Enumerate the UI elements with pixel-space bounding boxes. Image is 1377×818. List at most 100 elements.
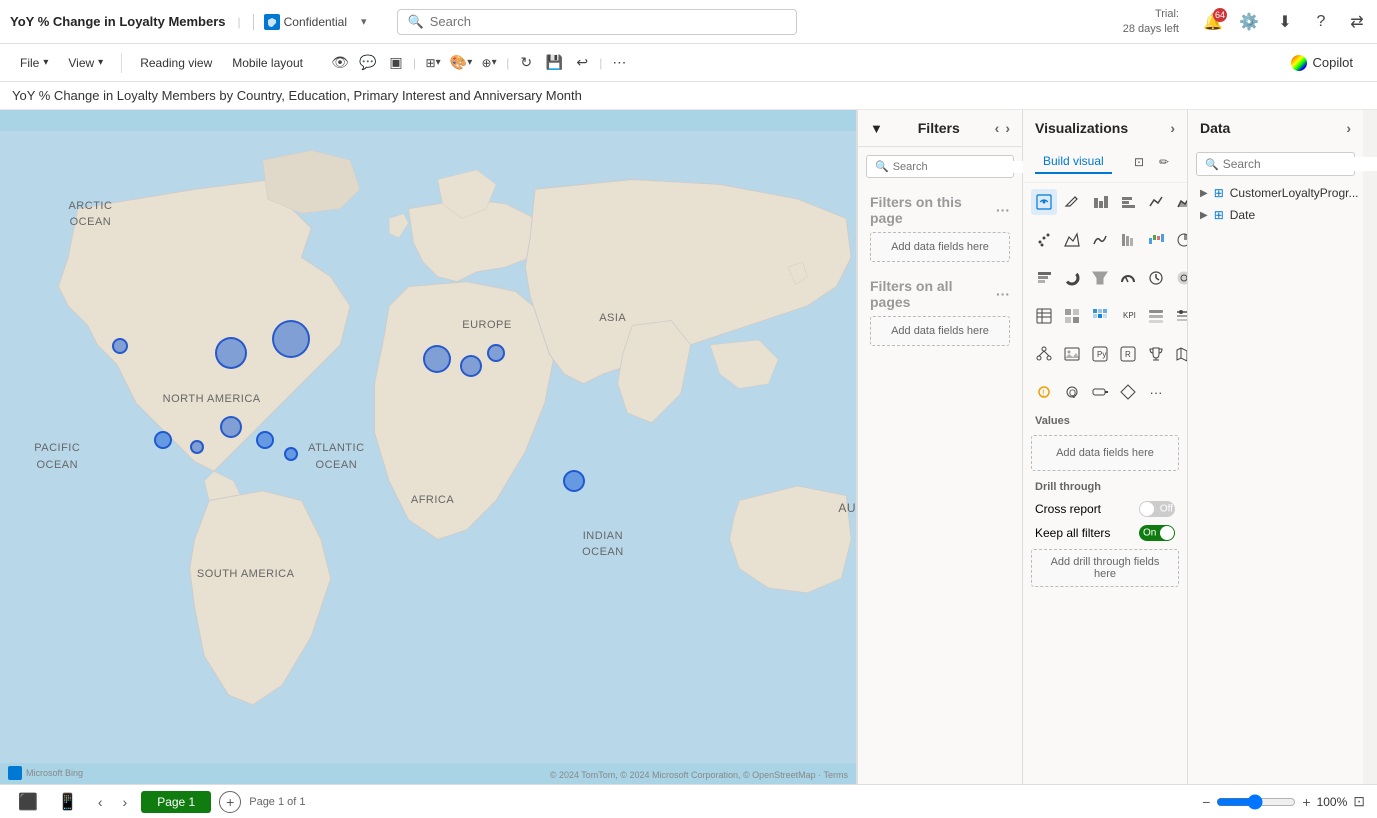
bubble-usa1[interactable]	[215, 337, 247, 369]
help-button[interactable]: ?	[1311, 12, 1331, 32]
values-add-box[interactable]: Add data fields here	[1031, 435, 1179, 471]
keep-all-toggle[interactable]: On	[1139, 525, 1175, 541]
viz-multirow-btn[interactable]	[1143, 303, 1169, 329]
filters-page-ellipsis[interactable]: ···	[996, 202, 1010, 218]
cross-report-toggle[interactable]: Off	[1139, 501, 1175, 517]
viz-kpi-btn[interactable]: KPI	[1115, 303, 1141, 329]
viz-expand-icon[interactable]: ›	[1170, 120, 1175, 136]
file-menu[interactable]: File ▾	[12, 52, 56, 74]
viz-clock-btn[interactable]	[1143, 265, 1169, 291]
page-prev-button[interactable]: ‹	[92, 792, 109, 812]
viz-heatmap-btn[interactable]	[1087, 303, 1113, 329]
viz-diamond-btn[interactable]	[1115, 379, 1141, 405]
viz-map2-btn[interactable]	[1171, 341, 1187, 367]
viz-map-btn[interactable]	[1031, 189, 1057, 215]
viz-donut2-btn[interactable]	[1171, 265, 1187, 291]
bubble-south2[interactable]	[190, 440, 204, 454]
filter-search-input[interactable]	[893, 161, 1035, 173]
download-button[interactable]: ⬇	[1275, 12, 1295, 32]
zoom-slider[interactable]	[1216, 794, 1296, 810]
viz-custom-btn[interactable]: Py	[1087, 341, 1113, 367]
viz-more-btn[interactable]: ···	[1143, 379, 1169, 405]
comment-button[interactable]: 💬	[355, 50, 381, 76]
text-box-button[interactable]: ▣	[383, 50, 409, 76]
viz-bar-btn[interactable]	[1087, 189, 1113, 215]
insert2-button[interactable]: ⊕ ▾	[476, 50, 502, 76]
undo-button[interactable]: ↩	[569, 50, 595, 76]
viz-sline-btn[interactable]	[1087, 227, 1113, 253]
search-input[interactable]	[430, 14, 786, 29]
desktop-view-button[interactable]: ⬛	[12, 790, 44, 814]
add-page-button[interactable]: +	[219, 791, 241, 813]
topbar-search[interactable]: 🔍	[397, 9, 797, 35]
bubble-south3[interactable]	[220, 416, 242, 438]
more-button[interactable]: ⋯	[606, 50, 632, 76]
binoculars-button[interactable]: 👁	[327, 50, 353, 76]
bubble-usa2[interactable]	[272, 320, 310, 358]
bubble-europe1[interactable]	[423, 345, 451, 373]
viz-gauge-btn[interactable]	[1115, 265, 1141, 291]
map-canvas[interactable]: NORTH AMERICA SOUTH AMERICA EUROPE AFRIC…	[0, 110, 857, 784]
bubble-nw[interactable]	[112, 338, 128, 354]
filters-page-add-box[interactable]: Add data fields here	[870, 232, 1010, 262]
insert-button[interactable]: ⊞ ▾	[420, 50, 446, 76]
viz-hbar-btn[interactable]	[1115, 189, 1141, 215]
viz-slicer-btn[interactable]	[1171, 303, 1187, 329]
viz-area-btn[interactable]	[1171, 189, 1187, 215]
viz-pencil-btn[interactable]	[1059, 189, 1085, 215]
zoom-in-button[interactable]: +	[1302, 794, 1310, 810]
filters-back-icon[interactable]: ‹	[995, 120, 1000, 136]
viz-image-btn[interactable]	[1059, 341, 1085, 367]
viz-toolbar-icon1[interactable]: ⊡	[1128, 151, 1150, 173]
viz-paint-btn[interactable]	[1087, 379, 1113, 405]
viz-decomp-btn[interactable]	[1031, 341, 1057, 367]
viz-toolbar-icon2[interactable]: ✏	[1153, 151, 1175, 173]
viz-scatter-btn[interactable]	[1031, 227, 1057, 253]
format-button[interactable]: 🎨 ▾	[448, 50, 474, 76]
notifications-button[interactable]: 🔔 64	[1203, 12, 1223, 32]
viz-qa-btn[interactable]: Q	[1059, 379, 1085, 405]
zoom-out-button[interactable]: −	[1202, 794, 1210, 810]
page-next-button[interactable]: ›	[117, 792, 134, 812]
viz-smart-btn[interactable]: !	[1031, 379, 1057, 405]
mobile-layout-button[interactable]: Mobile layout	[224, 52, 311, 74]
viz-funnel-btn[interactable]	[1087, 265, 1113, 291]
reading-view-button[interactable]: Reading view	[132, 52, 220, 74]
data-tree-item-customer[interactable]: ▶ ⊞ CustomerLoyaltyProgr...	[1188, 182, 1363, 204]
bubble-south1[interactable]	[154, 431, 172, 449]
viz-line-btn[interactable]	[1143, 189, 1169, 215]
viz-mountain-btn[interactable]	[1059, 227, 1085, 253]
filters-all-ellipsis[interactable]: ···	[996, 286, 1010, 302]
viz-ribbon-btn[interactable]	[1115, 227, 1141, 253]
viz-table-btn[interactable]	[1031, 303, 1057, 329]
drill-add-box[interactable]: Add drill through fields here	[1031, 549, 1179, 587]
page-1-tab[interactable]: Page 1	[141, 791, 211, 813]
settings-button[interactable]: ⚙️	[1239, 12, 1259, 32]
view-menu[interactable]: View ▾	[60, 52, 111, 74]
bubble-europe2[interactable]	[460, 355, 482, 377]
data-expand-icon[interactable]: ›	[1346, 120, 1351, 136]
refresh-button[interactable]: ↻	[513, 50, 539, 76]
phone-view-button[interactable]: 📱	[52, 790, 84, 814]
tab-build-visual[interactable]: Build visual	[1035, 150, 1112, 174]
save-button[interactable]: 💾	[541, 50, 567, 76]
data-search-input[interactable]	[1223, 157, 1377, 171]
copilot-button[interactable]: Copilot	[1279, 51, 1365, 75]
viz-donut-btn[interactable]	[1059, 265, 1085, 291]
data-search[interactable]: 🔍	[1196, 152, 1355, 176]
filters-search[interactable]: 🔍	[866, 155, 1014, 178]
filters-forward-icon[interactable]: ›	[1005, 120, 1010, 136]
viz-r-btn[interactable]: R	[1115, 341, 1141, 367]
viz-matrix-btn[interactable]	[1059, 303, 1085, 329]
bubble-south5[interactable]	[284, 447, 298, 461]
data-tree-item-date[interactable]: ▶ ⊞ Date	[1188, 204, 1363, 226]
viz-waterfall-btn[interactable]	[1143, 227, 1169, 253]
share-button[interactable]: ⇄	[1347, 12, 1367, 32]
viz-trophy-btn[interactable]	[1143, 341, 1169, 367]
fit-page-button[interactable]: ⊡	[1353, 793, 1365, 810]
filters-all-add-box[interactable]: Add data fields here	[870, 316, 1010, 346]
bubble-asia[interactable]	[563, 470, 585, 492]
dropdown-arrow-icon[interactable]: ▾	[361, 15, 367, 28]
bubble-europe3[interactable]	[487, 344, 505, 362]
viz-pie-btn[interactable]	[1171, 227, 1187, 253]
